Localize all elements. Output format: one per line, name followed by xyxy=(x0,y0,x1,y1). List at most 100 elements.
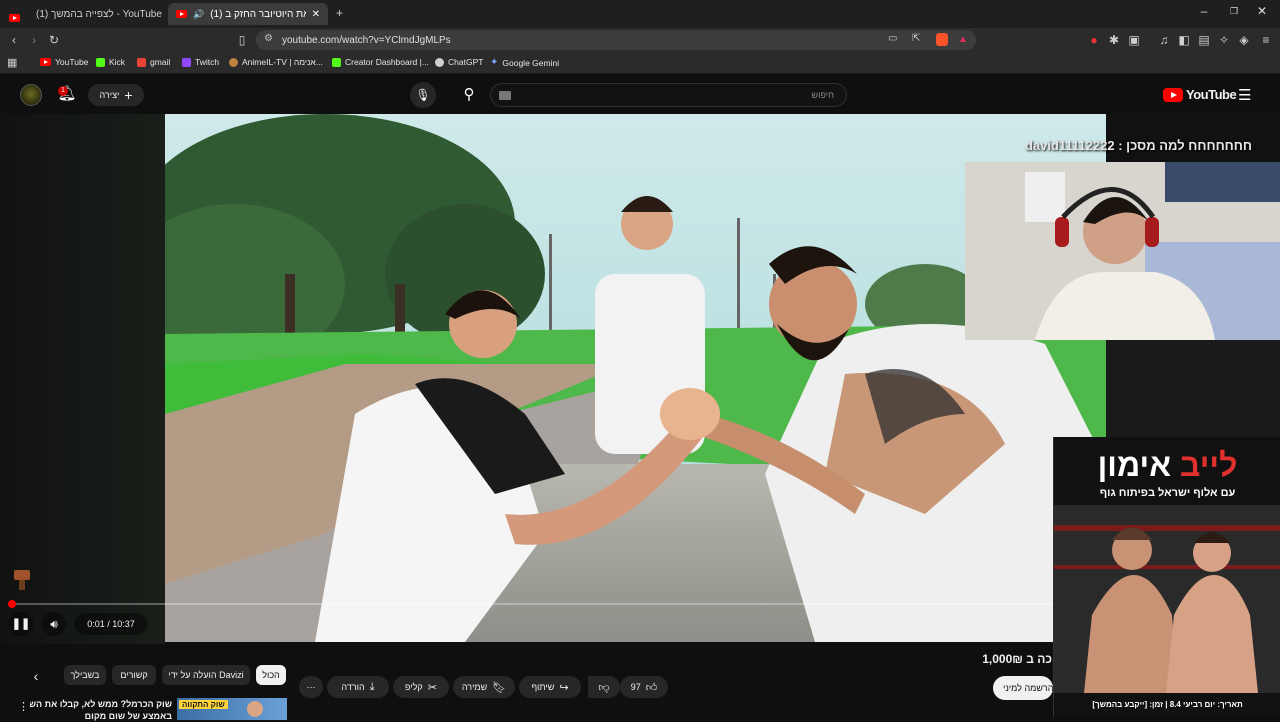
chevron-left-icon[interactable]: ‹ xyxy=(26,666,46,686)
tab-title: (1) תגובה את היוטיובר החזק ב xyxy=(210,8,305,20)
notification-badge: 1 xyxy=(58,86,68,96)
progress-track[interactable] xyxy=(8,600,1053,608)
browser-toolbar: ‹ › ↻ ▯ ⚙ youtube.com/watch?v=YClmdJgMLP… xyxy=(0,28,1280,52)
dislike-button[interactable]: 👎︎ xyxy=(588,676,620,698)
extension-record-icon[interactable]: ● xyxy=(1086,32,1102,48)
chip-related[interactable]: קשורים xyxy=(112,665,156,685)
bookmark-save-icon: 🔖︎ xyxy=(492,681,507,694)
ad-subtitle: עם אלוף ישראל בפיתוח גוף xyxy=(1099,487,1236,499)
share-page-icon[interactable]: ⇱ xyxy=(912,33,920,44)
leo-ai-icon[interactable]: ✧ xyxy=(1216,32,1232,48)
recommendation-title-line2: באמצע של שום מקום xyxy=(84,711,172,721)
more-actions-button[interactable]: ⋯ xyxy=(299,676,323,698)
save-button[interactable]: שמירה 🔖︎ xyxy=(453,676,515,698)
volume-button[interactable]: 🔊︎ xyxy=(42,612,66,636)
back-icon[interactable]: ‹ xyxy=(6,32,22,48)
volume-icon: 🔊︎ xyxy=(50,617,58,631)
address-bar[interactable]: ⚙ youtube.com/watch?v=YClmdJgMLPs ▭ ⇱ ▲ xyxy=(256,30,976,50)
sidebar-icon[interactable]: ◧ xyxy=(1176,32,1192,48)
close-tab-icon[interactable]: ✕ xyxy=(312,9,320,20)
cast-icon[interactable]: ▭ xyxy=(888,33,897,44)
url-text: youtube.com/watch?v=YClmdJgMLPs xyxy=(282,34,451,46)
youtube-favicon-icon xyxy=(176,10,187,18)
progress-scrubber[interactable] xyxy=(8,600,16,608)
sponsored-ad-panel[interactable]: לייב אימון עם אלוף ישראל בפיתוח גוף תארי… xyxy=(1053,437,1280,717)
media-icon[interactable]: ♫ xyxy=(1156,32,1172,48)
extension-box-icon[interactable]: ▣ xyxy=(1126,32,1142,48)
search-icon: ⚲ xyxy=(463,86,475,103)
recommendation-menu-icon[interactable]: ⋮ xyxy=(18,700,30,713)
download-button[interactable]: הורדה ⤓ xyxy=(327,676,389,698)
create-label: יצירה xyxy=(99,90,120,100)
gmail-icon xyxy=(137,57,146,67)
ad-title-main: אימון xyxy=(1097,447,1172,483)
search-button[interactable]: ⚲ xyxy=(454,82,484,108)
chip-all[interactable]: הכול xyxy=(256,665,286,685)
clip-label: קליפ xyxy=(405,682,423,692)
bookmark-kick[interactable]: Kick xyxy=(96,57,125,67)
ad-title: לייב אימון xyxy=(1054,447,1280,483)
new-tab-button[interactable]: + xyxy=(336,6,343,20)
chip-for-you[interactable]: בשבילך xyxy=(64,665,106,685)
register-button[interactable]: הרשמה למיני xyxy=(993,676,1053,700)
animeil-icon xyxy=(229,57,238,67)
restore-icon[interactable]: ❐ xyxy=(1224,6,1244,17)
voice-search-button[interactable]: 🎙︎ xyxy=(410,82,436,108)
tab-current-video[interactable]: 🔊 (1) תגובה את היוטיובר החזק ב ✕ xyxy=(168,3,328,25)
youtube-logo[interactable]: YouTube xyxy=(1163,87,1237,102)
mascot-icon xyxy=(12,564,32,590)
menu-icon[interactable]: ≡ xyxy=(1258,32,1274,48)
download-label: הורדה xyxy=(341,682,365,692)
gemini-icon: ✦ xyxy=(490,57,499,68)
recommendation-title-line1: שוק הכרמל? ממש לא, קבלו את השוק xyxy=(30,699,172,709)
brave-shield-icon[interactable] xyxy=(936,33,948,46)
share-button[interactable]: שיתוף ↪ xyxy=(519,676,581,698)
site-info-icon[interactable]: ⚙ xyxy=(264,33,273,44)
apps-grid-icon[interactable]: ▦ xyxy=(7,56,17,69)
like-button[interactable]: 97 👍︎ xyxy=(620,676,668,698)
webcam-frame xyxy=(965,162,1280,340)
bookmark-youtube[interactable]: YouTube xyxy=(40,57,88,67)
reload-icon[interactable]: ↻ xyxy=(46,32,62,48)
hamburger-menu-icon[interactable]: ☰ xyxy=(1238,86,1251,104)
bookmark-animeil[interactable]: AnimeIL-TV | אנימה... xyxy=(229,57,323,67)
bookmark-gmail[interactable]: gmail xyxy=(137,57,170,67)
like-count: 97 xyxy=(630,682,641,692)
bookmark-gemini[interactable]: ✦ Google Gemini xyxy=(490,57,559,68)
close-window-icon[interactable]: ✕ xyxy=(1252,4,1272,18)
youtube-play-icon xyxy=(1163,87,1183,102)
create-button[interactable]: יצירה + xyxy=(88,84,144,106)
vpn-icon[interactable]: ◈ xyxy=(1236,32,1252,48)
bookmark-chatgpt[interactable]: ChatGPT xyxy=(435,57,483,67)
recommendation-thumbnail[interactable]: שוק התקווה xyxy=(177,698,287,720)
chip-uploaded-by[interactable]: הועלה על ידי Davizi xyxy=(162,665,250,685)
bookmark-icon[interactable]: ▯ xyxy=(234,32,250,48)
ad-title-accent: לייב xyxy=(1179,447,1238,483)
stream-right-backdrop xyxy=(1106,340,1280,440)
pause-icon: ❚❚ xyxy=(11,618,31,630)
keyboard-icon[interactable] xyxy=(499,91,511,100)
speaker-icon[interactable]: 🔊 xyxy=(193,9,204,20)
brave-rewards-icon[interactable]: ▲ xyxy=(958,34,968,45)
forward-icon[interactable]: › xyxy=(26,32,42,48)
chatgpt-icon xyxy=(435,57,444,67)
avatar[interactable] xyxy=(20,84,42,106)
video-title-fragment: כה ב 1,000₪ xyxy=(982,652,1052,666)
recommendation-title[interactable]: שוק הכרמל? ממש לא, קבלו את השוק באמצע של… xyxy=(30,698,172,722)
minimize-icon[interactable]: – xyxy=(1194,4,1214,18)
tab-watch-later[interactable]: (1) לצפייה בהמשך - YouTube xyxy=(28,3,168,25)
clip-button[interactable]: קליפ ✂ xyxy=(393,676,449,698)
time-display: 0:01 / 10:37 xyxy=(74,613,148,635)
search-input[interactable]: חיפוש xyxy=(490,83,847,107)
wallet-icon[interactable]: ▤ xyxy=(1196,32,1212,48)
plus-icon: + xyxy=(124,87,133,103)
bookmark-twitch[interactable]: Twitch xyxy=(182,57,219,67)
ad-footer: תאריך: יום רביעי 8.4 | זמן: [ייקבע בהמשך… xyxy=(1054,693,1280,717)
thumbnail-label: שוק התקווה xyxy=(179,700,228,709)
youtube-icon xyxy=(40,58,51,66)
download-icon: ⤓ xyxy=(369,680,375,693)
extensions-icon[interactable]: ✱ xyxy=(1106,32,1122,48)
pause-button[interactable]: ❚❚ xyxy=(9,612,33,636)
bookmark-creator-dashboard[interactable]: Creator Dashboard |... xyxy=(332,57,429,67)
save-label: שמירה xyxy=(461,682,488,692)
